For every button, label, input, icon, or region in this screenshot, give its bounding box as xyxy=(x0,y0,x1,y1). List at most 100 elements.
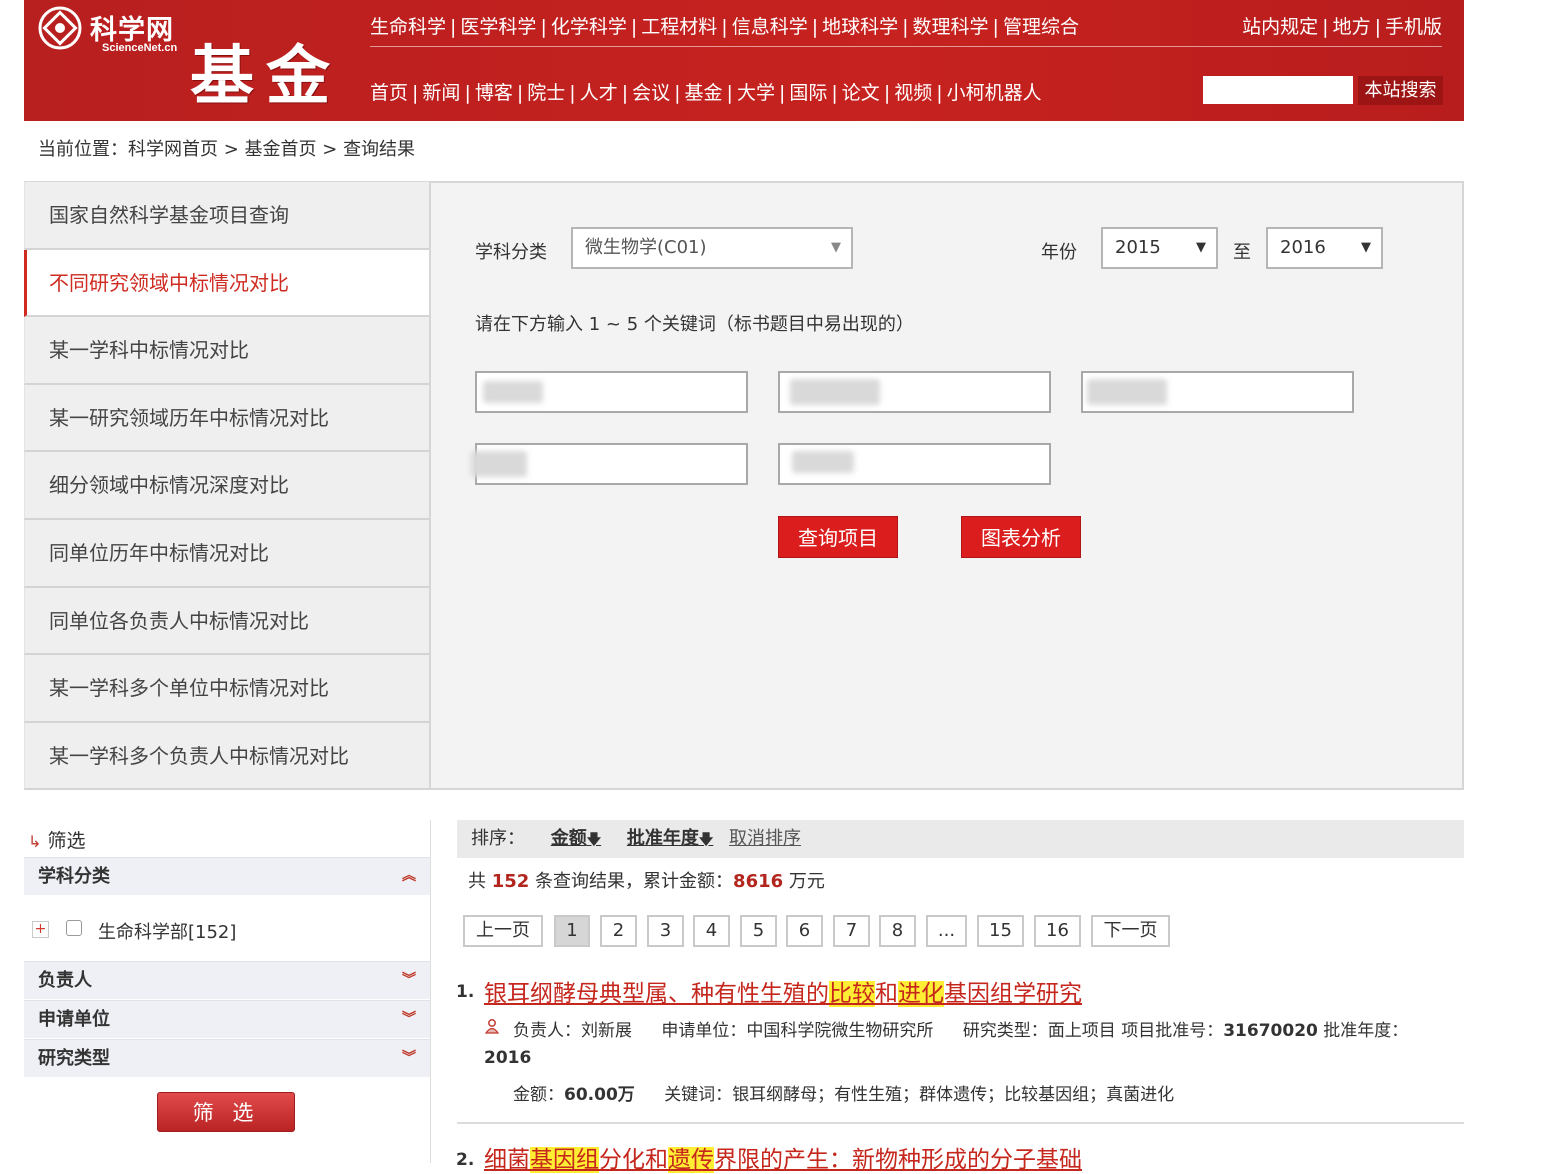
apply-filter-button[interactable]: 筛 选 xyxy=(157,1092,295,1132)
amount-label: 金额： xyxy=(513,1085,564,1105)
nav-link[interactable]: 地球科学 xyxy=(822,16,898,38)
sciencenet-logo[interactable]: 科学网 ScienceNet.cn xyxy=(38,6,188,56)
nav-link-rules[interactable]: 站内规定 xyxy=(1242,16,1318,38)
menu-item-active[interactable]: 不同研究领域中标情况对比 xyxy=(24,249,430,318)
page-button[interactable]: 3 xyxy=(647,915,684,947)
year-to-select[interactable]: 2016 ▼ xyxy=(1266,227,1383,269)
nav-link[interactable]: 博客 xyxy=(475,82,513,104)
menu-item[interactable]: 细分领域中标情况深度对比 xyxy=(24,452,430,520)
nav-link[interactable]: 医学科学 xyxy=(460,16,536,38)
nav-link-mobile[interactable]: 手机版 xyxy=(1385,16,1442,38)
site-search-input[interactable] xyxy=(1203,76,1353,104)
page-button[interactable]: 16 xyxy=(1034,915,1081,947)
nav-link[interactable]: 数理科学 xyxy=(913,16,989,38)
sort-by-year[interactable]: 批准年度🡇 xyxy=(627,828,713,849)
nav-link[interactable]: 人才 xyxy=(580,82,618,104)
page-button[interactable]: 5 xyxy=(740,915,777,947)
page-button[interactable]: 15 xyxy=(977,915,1024,947)
keyword-input-4[interactable] xyxy=(471,443,748,485)
nav-link[interactable]: 院士 xyxy=(527,82,565,104)
keyword-input-5[interactable] xyxy=(778,443,1051,485)
nav-link[interactable]: 视频 xyxy=(894,82,932,104)
menu-item[interactable]: 某一学科多个负责人中标情况对比 xyxy=(24,722,430,791)
page-button-current[interactable]: 1 xyxy=(554,915,590,947)
result-index: 2. xyxy=(456,1150,475,1170)
arrow-down-icon: 🡇 xyxy=(698,832,714,848)
title-text: 和 xyxy=(875,981,898,1007)
leader-label: 负责人： xyxy=(513,1021,581,1041)
nav-link[interactable]: 会议 xyxy=(632,82,670,104)
keyword-input-2[interactable] xyxy=(778,371,1051,413)
nav-link[interactable]: 化学科学 xyxy=(551,16,627,38)
nav-link[interactable]: 大学 xyxy=(737,82,775,104)
result-meta-line: 负责人：刘新展 申请单位：中国科学院微生物研究所 研究类型：面上项目 项目批准号… xyxy=(513,1016,1408,1041)
nav-link[interactable]: 国际 xyxy=(789,82,827,104)
tree-item-label[interactable]: 生命科学部[152] xyxy=(98,918,236,944)
page-button[interactable]: 4 xyxy=(693,915,730,947)
breadcrumb-separator: > xyxy=(316,139,344,160)
breadcrumb-separator: > xyxy=(218,139,245,160)
nav-link[interactable]: 小柯机器人 xyxy=(947,82,1042,104)
filter-title-text: 筛选 xyxy=(47,830,86,852)
nav-link[interactable]: 论文 xyxy=(842,82,880,104)
title-text: 细菌 xyxy=(484,1147,530,1173)
org-value: 中国科学院微生物研究所 xyxy=(746,1021,934,1041)
nav-link[interactable]: 基金 xyxy=(685,82,723,104)
menu-item[interactable]: 某一学科中标情况对比 xyxy=(24,317,430,385)
subject-select-value: 微生物学(C01) xyxy=(585,237,707,258)
nav-link[interactable]: 管理综合 xyxy=(1003,16,1079,38)
chart-analysis-button[interactable]: 图表分析 xyxy=(961,516,1081,558)
breadcrumb-link-home[interactable]: 科学网首页 xyxy=(128,139,218,160)
site-search-button[interactable]: 本站搜索 xyxy=(1358,76,1443,105)
breadcrumb-prefix: 当前位置： xyxy=(38,139,128,160)
menu-item[interactable]: 国家自然科学基金项目查询 xyxy=(24,182,430,250)
subject-select[interactable]: 微生物学(C01) ▼ xyxy=(571,227,853,269)
filter-title: ↳ 筛选 xyxy=(28,826,85,853)
filter-section-leader[interactable]: 负责人 ︾ xyxy=(24,961,430,999)
nav-link-local[interactable]: 地方 xyxy=(1333,16,1371,38)
type-label: 研究类型： xyxy=(962,1021,1048,1041)
sort-by-amount[interactable]: 金额🡇 xyxy=(551,828,601,849)
nav-link[interactable]: 信息科学 xyxy=(732,16,808,38)
cancel-sort-link[interactable]: 取消排序 xyxy=(729,828,801,849)
title-text: 基因组学研究 xyxy=(944,981,1082,1007)
chevron-double-down-icon[interactable]: ︾ xyxy=(402,1001,416,1038)
breadcrumb-link-fund[interactable]: 基金首页 xyxy=(245,139,317,160)
nav-link[interactable]: 生命科学 xyxy=(370,16,446,38)
prev-page-button[interactable]: 上一页 xyxy=(463,915,543,947)
nav-link[interactable]: 新闻 xyxy=(422,82,460,104)
menu-item[interactable]: 同单位各负责人中标情况对比 xyxy=(24,587,430,656)
result-title-link[interactable]: 银耳纲酵母典型属、种有性生殖的比较和进化基因组学研究 xyxy=(484,974,1082,1008)
next-page-button[interactable]: 下一页 xyxy=(1091,915,1170,947)
page-button[interactable]: 8 xyxy=(879,915,916,947)
chevron-double-down-icon[interactable]: ︾ xyxy=(402,1040,416,1077)
keyword-input-3[interactable] xyxy=(1081,371,1354,413)
page-button[interactable]: 7 xyxy=(833,915,870,947)
filter-section-org[interactable]: 申请单位 ︾ xyxy=(24,1000,430,1038)
sort-bar: 排序： 金额🡇 批准年度🡇 取消排序 xyxy=(457,820,1464,858)
filter-section-subject[interactable]: 学科分类 ︽ xyxy=(24,857,430,895)
chevron-double-up-icon[interactable]: ︽ xyxy=(402,858,416,895)
expand-icon[interactable]: + xyxy=(32,921,49,938)
arrow-down-icon: 🡇 xyxy=(586,832,602,848)
search-projects-button[interactable]: 查询项目 xyxy=(778,516,898,558)
analysis-menu: 国家自然科学基金项目查询 不同研究领域中标情况对比 某一学科中标情况对比 某一研… xyxy=(24,181,430,791)
result-title-link[interactable]: 细菌基因组分化和遗传界限的产生：新物种形成的分子基础 xyxy=(484,1140,1082,1174)
menu-item[interactable]: 某一研究领域历年中标情况对比 xyxy=(24,384,430,453)
nav-link[interactable]: 工程材料 xyxy=(641,16,717,38)
year-from-select[interactable]: 2015 ▼ xyxy=(1101,227,1218,269)
menu-item[interactable]: 同单位历年中标情况对比 xyxy=(24,519,430,588)
year-label: 年份 xyxy=(1041,242,1077,263)
keyword-input-1[interactable] xyxy=(475,371,748,413)
page-button[interactable]: 6 xyxy=(786,915,823,947)
nav-link[interactable]: 首页 xyxy=(370,82,408,104)
year-from-value: 2015 xyxy=(1115,237,1161,258)
chevron-double-down-icon[interactable]: ︾ xyxy=(402,962,416,999)
filter-section-type[interactable]: 研究类型 ︾ xyxy=(24,1039,430,1077)
chevron-down-icon: ▼ xyxy=(831,240,841,255)
sort-label: 排序： xyxy=(471,828,525,849)
page-button[interactable]: 2 xyxy=(600,915,637,947)
subject-checkbox[interactable] xyxy=(66,920,82,936)
menu-item[interactable]: 某一学科多个单位中标情况对比 xyxy=(24,655,430,723)
redacted-text xyxy=(790,379,880,405)
